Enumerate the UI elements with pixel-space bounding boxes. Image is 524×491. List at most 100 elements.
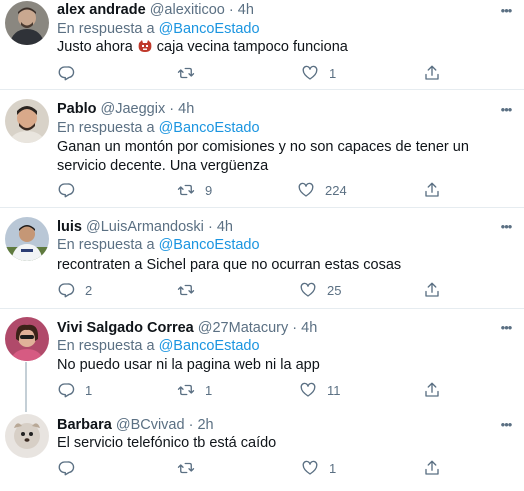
reply-button[interactable]: 2 (57, 280, 92, 300)
reply-context: En respuesta a @BancoEstado (57, 119, 260, 137)
author-name[interactable]: luis (57, 219, 82, 235)
retweet-icon (177, 384, 195, 396)
share-icon (425, 65, 439, 80)
share-icon (425, 460, 439, 475)
tweet-text: El servicio telefónico tb está caído (57, 435, 277, 451)
author-name[interactable]: Barbara (57, 417, 112, 433)
tweet-text: Justo ahora caja vecina tampoco funciona (57, 38, 497, 57)
tweet-actions: 1 (57, 458, 447, 478)
like-button[interactable]: 25 (299, 280, 341, 300)
share-button[interactable] (423, 180, 441, 200)
avatar[interactable] (5, 414, 49, 458)
retweet-icon (177, 67, 195, 79)
more-options-icon[interactable]: ••• (498, 321, 514, 337)
retweet-button[interactable] (177, 63, 205, 83)
like-count: 1 (329, 460, 337, 476)
separator-dot: · (169, 101, 175, 117)
angry-face-emoji (137, 39, 153, 53)
reply-button[interactable]: 1 (57, 380, 92, 400)
reply-prefix: En respuesta a (57, 120, 155, 136)
author-handle[interactable]: @LuisArmandoski (86, 219, 204, 235)
more-options-icon[interactable]: ••• (498, 103, 514, 119)
share-button[interactable] (423, 280, 441, 300)
avatar[interactable] (5, 317, 49, 361)
retweet-count: 1 (205, 382, 213, 398)
more-options-icon[interactable]: ••• (498, 418, 514, 434)
tweet-text: Ganan un montón por comisiones y no son … (57, 139, 469, 174)
reply-mention-link[interactable]: @BancoEstado (159, 120, 260, 136)
separator-dot: · (228, 2, 234, 18)
heart-icon (302, 460, 318, 475)
reply-count: 1 (85, 382, 93, 398)
timestamp[interactable]: 4h (178, 101, 194, 117)
reply-count: 2 (85, 282, 93, 298)
like-button[interactable]: 1 (301, 63, 336, 83)
timestamp[interactable]: 4h (301, 320, 317, 336)
reply-context: En respuesta a @BancoEstado (57, 236, 260, 254)
tweet-actions: 1 1 11 (57, 380, 447, 400)
author-name[interactable]: alex andrade (57, 2, 146, 18)
retweet-button[interactable] (177, 280, 205, 300)
reply-mention-link[interactable]: @BancoEstado (159, 21, 260, 37)
tweet-text-after: caja vecina tampoco funciona (156, 39, 348, 55)
heart-icon (300, 382, 316, 397)
separator-dot: · (188, 417, 194, 433)
share-button[interactable] (423, 380, 441, 400)
reply-context: En respuesta a @BancoEstado (57, 20, 260, 38)
author-handle[interactable]: @27Matacury (198, 320, 288, 336)
reply-prefix: En respuesta a (57, 21, 155, 37)
reply-prefix: En respuesta a (57, 338, 155, 354)
separator-dot: · (207, 219, 213, 235)
tweet-pablo[interactable]: Pablo @Jaeggix · 4h En respuesta a @Banc… (0, 91, 524, 208)
reply-mention-link[interactable]: @BancoEstado (159, 237, 260, 253)
reply-button[interactable] (57, 63, 85, 83)
tweet-vivi-salgado-correa[interactable]: Vivi Salgado Correa @27Matacury · 4h En … (0, 309, 524, 406)
tweet-actions: 9 224 (57, 180, 447, 200)
author-handle[interactable]: @Jaeggix (101, 101, 166, 117)
like-button[interactable]: 1 (301, 458, 336, 478)
like-count: 25 (327, 282, 342, 298)
heart-icon (300, 282, 316, 297)
share-icon (425, 182, 439, 197)
like-button[interactable]: 224 (297, 180, 347, 200)
reply-button[interactable] (57, 180, 85, 200)
timestamp[interactable]: 4h (217, 219, 233, 235)
separator-dot: · (292, 320, 298, 336)
reply-mention-link[interactable]: @BancoEstado (159, 338, 260, 354)
share-icon (425, 382, 439, 397)
like-button[interactable]: 11 (299, 380, 341, 400)
heart-icon (298, 182, 314, 197)
retweet-button[interactable]: 9 (177, 180, 212, 200)
share-button[interactable] (423, 458, 441, 478)
retweet-button[interactable] (177, 458, 205, 478)
tweet-barbara[interactable]: Barbara @BCvivad · 2h El servicio telefó… (0, 406, 524, 491)
tweet-text: recontraten a Sichel para que no ocurran… (57, 257, 402, 273)
heart-icon (302, 65, 318, 80)
reply-icon (58, 66, 75, 81)
tweet-alex-andrade[interactable]: alex andrade @alexiticoo · 4h En respues… (0, 0, 524, 90)
tweet-luis[interactable]: luis @LuisArmandoski · 4h En respuesta a… (0, 208, 524, 309)
tweet-text: No puedo usar ni la pagina web ni la app (57, 357, 320, 373)
tweet-actions: 2 25 (57, 280, 447, 300)
more-options-icon[interactable]: ••• (498, 220, 514, 236)
avatar[interactable] (5, 99, 49, 143)
share-icon (425, 282, 439, 297)
timestamp[interactable]: 2h (197, 417, 213, 433)
author-name[interactable]: Pablo (57, 101, 96, 117)
avatar[interactable] (5, 1, 49, 45)
share-button[interactable] (423, 63, 441, 83)
more-options-icon[interactable]: ••• (498, 4, 514, 20)
author-name[interactable]: Vivi Salgado Correa (57, 320, 194, 336)
like-count: 224 (325, 182, 347, 198)
avatar[interactable] (5, 217, 49, 261)
retweet-icon (177, 462, 195, 474)
tweet-text-before: Justo ahora (57, 39, 133, 55)
tweet-actions: 1 (57, 63, 447, 83)
author-handle[interactable]: @BCvivad (116, 417, 185, 433)
reply-icon (58, 183, 75, 198)
reply-icon (58, 383, 75, 398)
timestamp[interactable]: 4h (238, 2, 254, 18)
author-handle[interactable]: @alexiticoo (150, 2, 225, 18)
reply-button[interactable] (57, 458, 85, 478)
retweet-button[interactable]: 1 (177, 380, 212, 400)
